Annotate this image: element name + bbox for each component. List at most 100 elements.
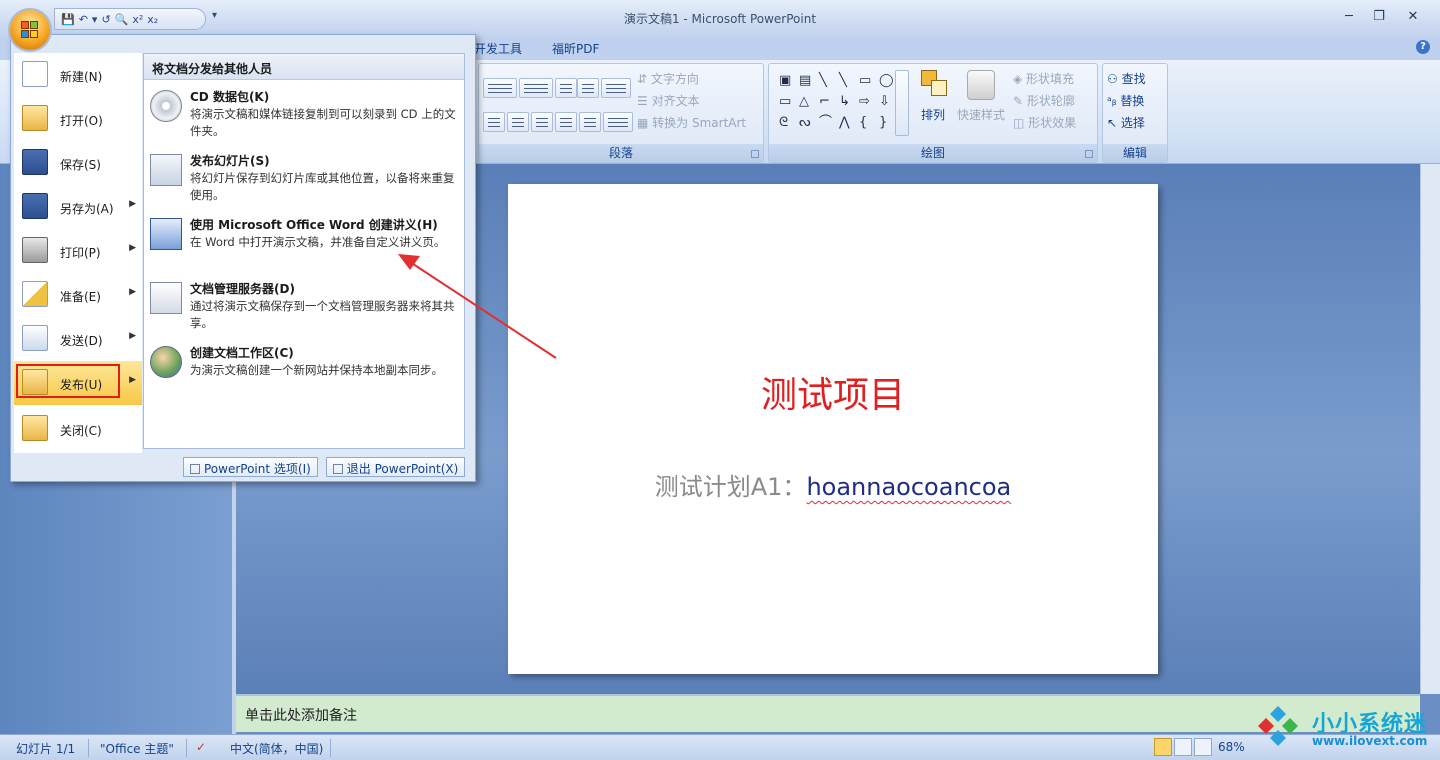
line-spacing-button[interactable] — [601, 78, 631, 98]
print-preview-icon[interactable]: 🔍 — [115, 13, 129, 26]
quick-styles-button[interactable]: 快速样式 — [955, 68, 1007, 128]
exit-powerpoint-button[interactable]: 退出 PowerPoint(X) — [325, 457, 466, 477]
increase-indent-button[interactable] — [577, 78, 599, 98]
shape-option[interactable]: ⌐ — [819, 95, 830, 109]
drawing-dialog-launcher-icon[interactable] — [1085, 150, 1093, 158]
workspace-people-icon — [150, 346, 182, 378]
customize-qat-icon[interactable]: ▾ — [212, 10, 217, 21]
save-as-icon — [22, 193, 48, 219]
exit-icon — [332, 464, 343, 474]
slide-body[interactable]: 测试计划A1：hoannaocoancoa — [508, 467, 1158, 502]
shape-option[interactable]: △ — [799, 95, 809, 109]
decrease-indent-button[interactable] — [555, 78, 577, 98]
submenu-item-document-server[interactable]: 文档管理服务器(D) 通过将演示文稿保存到一个文档管理服务器来将其共享。 — [144, 274, 464, 336]
shape-option[interactable]: } — [879, 116, 887, 130]
vertical-scrollbar[interactable] — [1420, 164, 1440, 694]
subscript-icon[interactable]: x₂ — [147, 13, 158, 26]
distributed-button[interactable] — [579, 112, 601, 132]
drawing-group-label: 绘图 — [769, 144, 1097, 162]
align-right-button[interactable] — [531, 112, 553, 132]
save-icon[interactable]: 💾 — [61, 13, 75, 26]
slide-body-text: 测试计划A1： — [654, 473, 807, 501]
convert-smartart-button[interactable]: ▦ 转换为 SmartArt — [637, 114, 746, 131]
zoom-level[interactable]: 68% — [1218, 740, 1245, 754]
shape-option[interactable]: { — [859, 116, 867, 130]
shape-option[interactable]: ↳ — [839, 95, 850, 109]
paragraph-dialog-launcher-icon[interactable] — [751, 150, 759, 158]
publish-submenu: 将文档分发给其他人员 CD 数据包(K) 将演示文稿和媒体链接复制到可以刻录到 … — [143, 53, 465, 449]
shape-option[interactable]: ᘓ — [779, 116, 788, 130]
slide-canvas[interactable]: 测试项目 测试计划A1：hoannaocoancoa — [508, 184, 1158, 674]
numbering-button[interactable] — [519, 78, 553, 98]
minimize-button[interactable]: ─ — [1336, 8, 1362, 26]
arrange-button[interactable]: 排列 — [915, 68, 955, 128]
shape-fill-button[interactable]: ◈ 形状填充 — [1013, 70, 1074, 87]
submenu-item-cd-package[interactable]: CD 数据包(K) 将演示文稿和媒体链接复制到可以刻录到 CD 上的文件夹。 — [144, 82, 464, 144]
menu-item-new[interactable]: 新建(N) — [14, 53, 142, 97]
menu-item-save[interactable]: 保存(S) — [14, 141, 142, 185]
restore-button[interactable]: ❐ — [1366, 8, 1392, 26]
superscript-icon[interactable]: x² — [132, 13, 143, 26]
spelling-icon[interactable]: ✓ — [196, 740, 206, 754]
shape-option[interactable]: ⌒ — [819, 116, 832, 130]
menu-item-open[interactable]: 打开(O) — [14, 97, 142, 141]
help-icon[interactable]: ? — [1416, 40, 1430, 54]
close-button[interactable]: ✕ — [1400, 8, 1426, 26]
redo-icon[interactable]: ↺ — [101, 13, 110, 26]
shape-outline-button[interactable]: ✎ 形状轮廓 — [1013, 92, 1075, 109]
menu-item-close[interactable]: 关闭(C) — [14, 407, 142, 451]
submenu-item-word-handouts[interactable]: 使用 Microsoft Office Word 创建讲义(H) 在 Word … — [144, 210, 464, 272]
submenu-item-publish-slides[interactable]: 发布幻灯片(S) 将幻灯片保存到幻灯片库或其他位置，以备将来重复使用。 — [144, 146, 464, 208]
office-button[interactable] — [10, 10, 50, 50]
submenu-arrow-icon: ▶ — [129, 287, 136, 297]
shape-effects-button[interactable]: ◫ 形状效果 — [1013, 114, 1076, 131]
paragraph-group: ⇵ 文字方向 ☰ 对齐文本 ▦ 转换为 SmartArt 段落 — [478, 63, 764, 163]
align-center-button[interactable] — [507, 112, 529, 132]
align-text-button[interactable]: ☰ 对齐文本 — [637, 92, 700, 109]
notes-pane[interactable]: 单击此处添加备注 — [236, 694, 1420, 732]
shape-option[interactable]: ◯ — [879, 74, 894, 88]
select-button[interactable]: ↖ 选择 — [1107, 114, 1145, 131]
menu-item-print[interactable]: 打印(P) ▶ — [14, 229, 142, 273]
menu-item-save-as[interactable]: 另存为(A) ▶ — [14, 185, 142, 229]
menu-item-prepare[interactable]: 准备(E) ▶ — [14, 273, 142, 317]
replace-button[interactable]: ᵃᵦ 替换 — [1107, 92, 1144, 109]
slide-sorter-view-button[interactable] — [1174, 738, 1192, 756]
shape-option[interactable]: ⇨ — [859, 95, 870, 109]
editing-group-label: 编辑 — [1103, 144, 1167, 162]
shape-option[interactable]: ╲ — [839, 74, 847, 88]
columns-button[interactable] — [603, 112, 633, 132]
shape-option[interactable]: ╲ — [819, 74, 827, 88]
find-button[interactable]: ⚇ 查找 — [1107, 70, 1146, 87]
slideshow-view-button[interactable] — [1194, 738, 1212, 756]
shape-option[interactable]: ⇩ — [879, 95, 890, 109]
tab-foxit-pdf[interactable]: 福昕PDF — [552, 40, 599, 57]
status-separator — [88, 739, 89, 757]
shape-option[interactable]: ▭ — [779, 95, 791, 109]
watermark: 小小系统迷 www.ilovext.com — [1252, 700, 1440, 756]
menu-item-send[interactable]: 发送(D) ▶ — [14, 317, 142, 361]
shapes-gallery[interactable]: ▣ ▤ ╲ ╲ ▭ ◯ ▭ △ ⌐ ↳ ⇨ ⇩ ᘓ ᔓ ⌒ ⋀ {} — [775, 70, 901, 136]
submenu-item-document-workspace[interactable]: 创建文档工作区(C) 为演示文稿创建一个新网站并保持本地副本同步。 — [144, 338, 464, 400]
tab-developer[interactable]: 开发工具 — [474, 40, 522, 57]
menu-item-publish[interactable]: 发布(U) ▶ — [14, 361, 142, 405]
bullets-button[interactable] — [483, 78, 517, 98]
normal-view-button[interactable] — [1154, 738, 1172, 756]
cd-icon — [150, 90, 182, 122]
align-left-button[interactable] — [483, 112, 505, 132]
justify-button[interactable] — [555, 112, 577, 132]
shapes-gallery-scroll[interactable] — [895, 70, 909, 136]
shape-option[interactable]: ▭ — [859, 74, 871, 88]
text-direction-button[interactable]: ⇵ 文字方向 — [637, 70, 699, 87]
slide-body-link[interactable]: hoannaocoancoa — [806, 473, 1011, 501]
shape-option[interactable]: ▣ — [779, 74, 791, 88]
shape-option[interactable]: ▤ — [799, 74, 811, 88]
undo-icon[interactable]: ↶ — [79, 13, 88, 26]
powerpoint-options-button[interactable]: PowerPoint 选项(I) — [183, 457, 318, 477]
slide-title[interactable]: 测试项目 — [508, 366, 1158, 418]
undo-dropdown-icon[interactable]: ▾ — [92, 13, 98, 26]
language[interactable]: 中文(简体，中国) — [230, 740, 323, 757]
shape-option[interactable]: ⋀ — [839, 116, 850, 130]
shape-option[interactable]: ᔓ — [799, 116, 811, 130]
quick-styles-icon — [967, 70, 995, 100]
